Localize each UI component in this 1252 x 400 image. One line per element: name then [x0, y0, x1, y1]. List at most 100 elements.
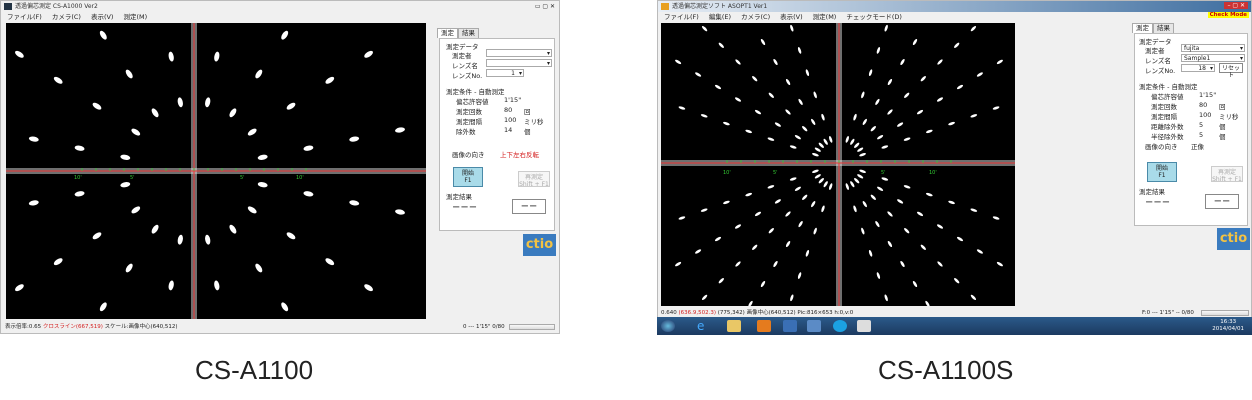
menu-view[interactable]: 表示(V): [91, 13, 114, 21]
light-spot: [845, 183, 849, 190]
window-controls[interactable]: ▭ ▢ ✕: [535, 3, 555, 10]
lens-no-stepper[interactable]: 1: [486, 69, 524, 77]
light-spot: [829, 136, 833, 143]
light-spot: [768, 228, 774, 234]
menu-measure[interactable]: 測定(M): [813, 13, 837, 21]
menu-camera[interactable]: カメラ(C): [741, 13, 770, 21]
light-spot: [790, 294, 794, 302]
light-spot: [131, 128, 141, 136]
operator-label: 測定者: [1145, 47, 1165, 55]
media-icon[interactable]: [757, 320, 771, 332]
tab-measure[interactable]: 測定: [437, 28, 458, 38]
light-spot: [802, 126, 808, 132]
light-spot: [813, 227, 817, 235]
remeasure-button[interactable]: 再測定 Shift + F1: [1211, 166, 1243, 183]
company-logo: ctio: [1217, 228, 1250, 250]
light-spot: [701, 294, 708, 301]
light-spot: [818, 142, 824, 148]
light-spot: [748, 300, 753, 306]
remeasure-label: 再測定: [524, 174, 543, 181]
light-spot: [714, 84, 722, 90]
light-spot: [790, 24, 794, 32]
window-controls[interactable]: – ▢ ✕: [1224, 2, 1248, 9]
skype-icon[interactable]: [833, 320, 847, 332]
light-spot: [805, 69, 810, 77]
light-spot: [970, 114, 978, 118]
light-spot: [754, 109, 762, 115]
menu-view[interactable]: 表示(V): [780, 13, 803, 21]
orientation-value: 上下左右反転: [500, 151, 539, 159]
title-bar: 透過偏芯測定ソフト ASOPT1 Ver1: [658, 1, 1251, 12]
start-orb-icon[interactable]: [661, 320, 675, 332]
light-spot: [247, 128, 257, 136]
start-button[interactable]: 開始 F1: [453, 167, 483, 187]
light-spot: [325, 76, 335, 84]
operator-label: 測定者: [452, 52, 472, 60]
reset-button[interactable]: リセット: [1219, 63, 1243, 79]
operator-select[interactable]: [486, 49, 552, 57]
lens-no-stepper[interactable]: 18: [1181, 64, 1215, 72]
app-icon[interactable]: [807, 320, 821, 332]
condition-value: 100: [504, 116, 517, 124]
window-title: 透過偏芯測定 CS-A1000 Ver2: [15, 3, 98, 10]
menu-check-mode[interactable]: チェックモード(D): [846, 13, 902, 21]
lens-name-select[interactable]: Sample1: [1181, 54, 1245, 62]
status-position: (775,342): [717, 310, 745, 316]
remeasure-button[interactable]: 再測定 Shift + F1: [518, 171, 550, 188]
light-spot: [798, 221, 803, 228]
light-spot: [349, 136, 360, 142]
light-spot: [956, 84, 964, 90]
folder-icon[interactable]: [727, 320, 741, 332]
light-spot: [28, 136, 39, 142]
tab-results[interactable]: 結果: [458, 28, 479, 38]
light-spot: [99, 30, 107, 40]
light-spot: [255, 69, 263, 79]
menu-file[interactable]: ファイル(F): [664, 13, 699, 21]
camera-image[interactable]: 10' 5' 5' 10': [661, 23, 1015, 306]
menu-edit[interactable]: 編集(E): [709, 13, 731, 21]
tab-measure[interactable]: 測定: [1132, 23, 1153, 33]
system-clock[interactable]: 16:33 2014/04/01: [1212, 319, 1244, 333]
light-spot: [718, 42, 724, 48]
light-spot: [884, 294, 888, 302]
light-spot: [364, 284, 373, 292]
light-spot: [675, 59, 682, 65]
light-spot: [714, 236, 722, 242]
operator-select[interactable]: fujita: [1181, 44, 1245, 52]
menu-camera[interactable]: カメラ(C): [52, 13, 81, 21]
light-spot: [752, 76, 758, 82]
menu-measure[interactable]: 測定(M): [123, 13, 147, 21]
camera-image[interactable]: 10' 5' 5' 10': [6, 23, 426, 319]
light-spot: [125, 69, 133, 79]
orientation-value: 正像: [1191, 143, 1204, 151]
result-value-1: −−−: [452, 202, 478, 213]
status-bar: 0.640 (636.9,502.3) (775,342) 画像中心(640,5…: [661, 309, 853, 317]
start-button[interactable]: 開始 F1: [1147, 162, 1177, 182]
light-spot: [887, 211, 893, 217]
light-spot: [814, 147, 821, 152]
result-value-1: −−−: [1145, 197, 1171, 208]
lens-name-select[interactable]: [486, 59, 552, 67]
light-spot: [74, 145, 85, 151]
app-icon[interactable]: [857, 320, 871, 332]
light-spot: [678, 106, 686, 110]
light-spot: [774, 199, 781, 204]
caption-left: CS-A1100: [195, 355, 314, 385]
app-icon[interactable]: [783, 320, 797, 332]
lens-no-label: レンズNo.: [1145, 67, 1176, 75]
light-spot: [125, 263, 133, 273]
scale-label: 5': [881, 170, 886, 176]
light-spot: [303, 145, 314, 151]
menu-file[interactable]: ファイル(F): [7, 13, 42, 21]
light-spot: [992, 106, 1000, 110]
light-spot: [853, 205, 857, 213]
light-spot: [811, 201, 816, 208]
condition-unit: 回: [524, 108, 531, 116]
light-spot: [876, 47, 881, 54]
light-spot: [797, 272, 802, 279]
scale-label: 5': [130, 175, 135, 181]
light-spot: [255, 263, 263, 273]
tab-results[interactable]: 結果: [1153, 23, 1174, 33]
browser-icon[interactable]: e: [697, 320, 711, 332]
light-spot: [395, 127, 405, 133]
